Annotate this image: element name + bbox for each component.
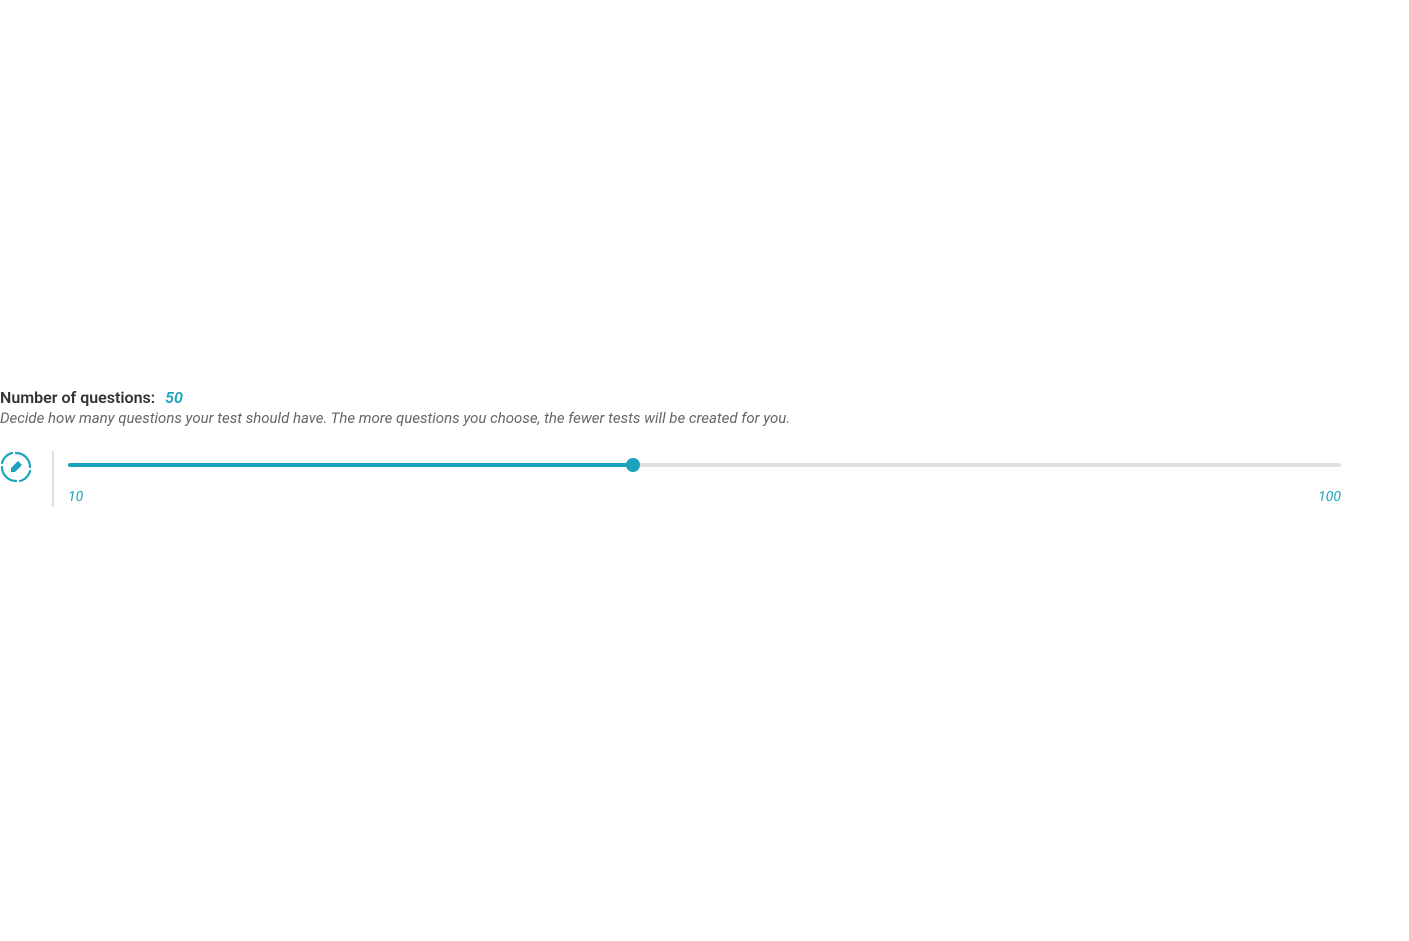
slider-thumb[interactable] bbox=[626, 458, 640, 472]
edit-icon-container bbox=[0, 451, 32, 487]
slider-fill bbox=[68, 463, 633, 467]
vertical-divider bbox=[52, 451, 54, 507]
slider-min-label: 10 bbox=[68, 489, 83, 505]
edit-icon bbox=[0, 451, 32, 483]
questions-count-value: 50 bbox=[165, 388, 183, 407]
slider-max-label: 100 bbox=[1318, 489, 1341, 505]
questions-count-label: Number of questions: bbox=[0, 388, 155, 407]
questions-count-slider[interactable] bbox=[68, 463, 1341, 467]
questions-count-description: Decide how many questions your test shou… bbox=[0, 409, 1409, 427]
